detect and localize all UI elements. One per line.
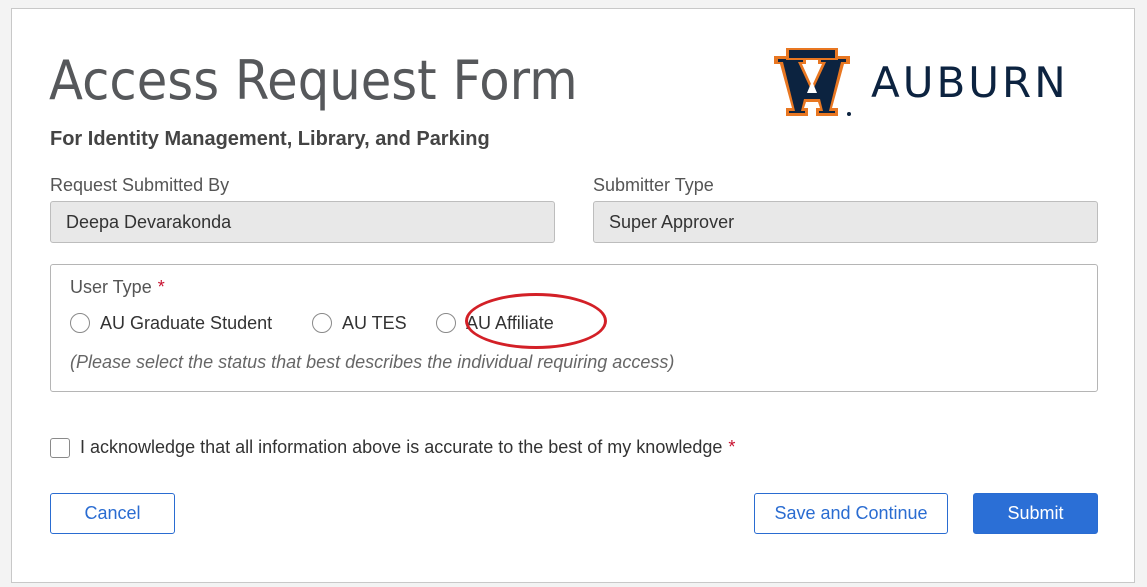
radio-button[interactable]: [436, 313, 456, 333]
auburn-wordmark: AUBURN: [871, 58, 1069, 107]
page-title: Access Request Form: [49, 49, 578, 112]
save-and-continue-button[interactable]: Save and Continue: [754, 493, 948, 534]
required-marker: *: [728, 437, 736, 457]
required-marker: *: [157, 277, 165, 297]
user-type-group: User Type * AU Graduate Student AU TES AU…: [50, 264, 1098, 392]
submitter-type-field: Super Approver: [593, 201, 1098, 243]
user-type-label-text: User Type: [70, 277, 152, 297]
radio-au-tes[interactable]: AU TES: [312, 311, 407, 335]
page-subtitle: For Identity Management, Library, and Pa…: [50, 128, 490, 150]
acknowledge-checkbox[interactable]: [50, 437, 70, 458]
cancel-button[interactable]: Cancel: [50, 493, 175, 534]
radio-label: AU TES: [342, 312, 407, 333]
radio-label: AU Affiliate: [466, 312, 554, 333]
submit-button[interactable]: Submit: [973, 493, 1098, 534]
radio-label: AU Graduate Student: [100, 312, 273, 333]
submitted-by-field: Deepa Devarakonda: [50, 201, 555, 243]
form-card: Access Request Form For Identity Managem…: [11, 8, 1135, 583]
radio-au-affiliate[interactable]: AU Affiliate: [436, 311, 554, 335]
auburn-logo: AUBURN: [772, 46, 1102, 118]
radio-button[interactable]: [70, 313, 90, 333]
radio-button[interactable]: [312, 313, 332, 333]
radio-au-graduate-student[interactable]: AU Graduate Student: [70, 311, 272, 335]
submitter-type-label: Submitter Type: [593, 175, 714, 195]
submitted-by-label: Request Submitted By: [50, 175, 230, 195]
auburn-au-logo-icon: [774, 48, 851, 116]
user-type-hint: (Please select the status that best desc…: [70, 352, 675, 372]
acknowledge-checkbox-row[interactable]: I acknowledge that all information above…: [50, 437, 735, 458]
acknowledge-label: I acknowledge that all information above…: [80, 437, 723, 457]
user-type-label: User Type *: [70, 277, 165, 298]
